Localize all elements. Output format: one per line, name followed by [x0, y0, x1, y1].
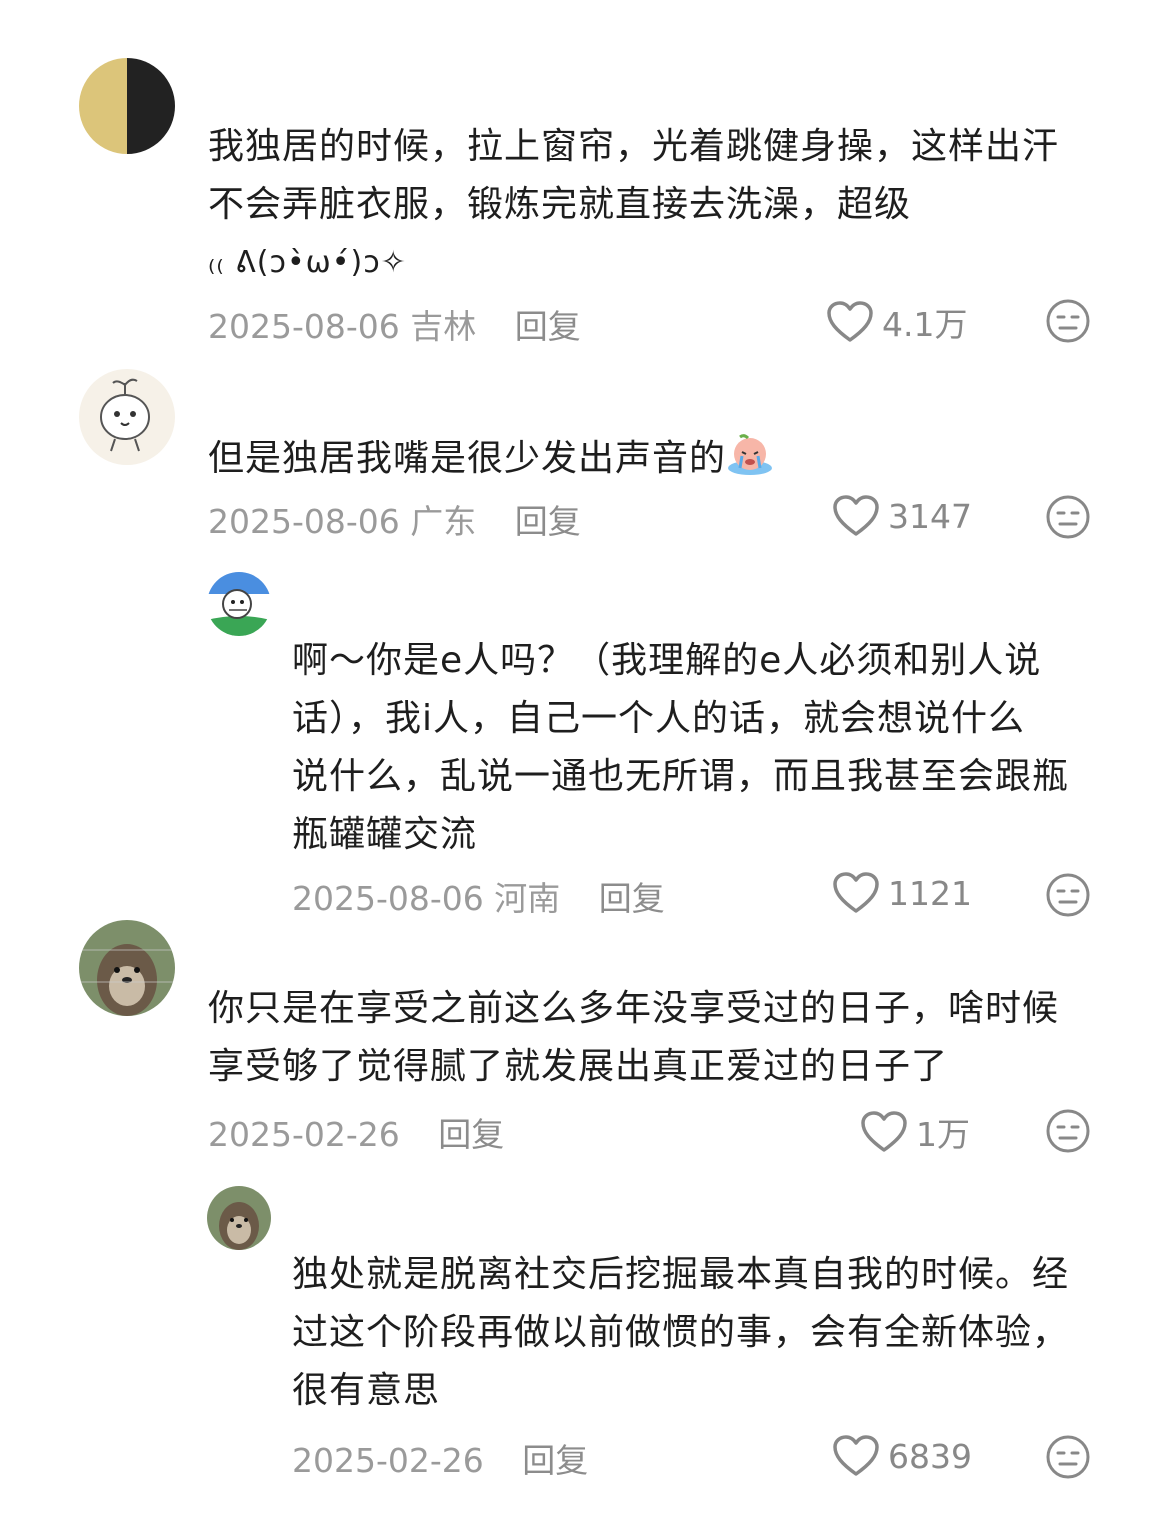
comment-date: 2025-02-26	[208, 1115, 400, 1154]
heart-outline-icon	[827, 301, 873, 342]
avatar[interactable]	[207, 1186, 271, 1250]
comment-text: 啊～你是e人吗？（我理解的e人必须和别人说 话），我i人，自己一个人的话，就会想…	[292, 632, 1069, 864]
dislike-button[interactable]	[1045, 494, 1091, 540]
avatar-half-gold-half-black-icon	[79, 58, 175, 154]
comment-line-with-emoji: 但是独居我嘴是很少发出声音的	[208, 430, 774, 488]
like-count: 1121	[888, 873, 972, 913]
comment-3-reply: 啊～你是e人吗？（我理解的e人必须和别人说 话），我i人，自己一个人的话，就会想…	[0, 560, 1170, 920]
like-button[interactable]: 4.1万	[826, 298, 967, 346]
comment-date: 2025-08-06	[292, 879, 484, 918]
reply-button[interactable]: 回复	[599, 879, 665, 918]
like-count: 4.1万	[882, 305, 968, 344]
dislike-button[interactable]	[1045, 872, 1091, 918]
comment-line: 但是独居我嘴是很少发出声音的	[208, 438, 727, 479]
comment-line: 我独居的时候，拉上窗帘，光着跳健身操，这样出汗	[208, 126, 1060, 167]
comment-line: 啊～你是e人吗？（我理解的e人必须和别人说	[292, 640, 1042, 681]
comment-meta: 2025-08-06 吉林 回复	[208, 300, 581, 348]
avatar-otter-icon	[79, 920, 175, 1016]
crying-peach-emoji-icon	[726, 432, 774, 476]
comment-meta: 2025-08-06 广东 回复	[208, 495, 581, 543]
meh-face-icon	[1046, 495, 1090, 539]
like-button[interactable]: 1万	[860, 1108, 970, 1156]
meh-face-icon	[1046, 1435, 1090, 1479]
avatar[interactable]	[79, 369, 175, 465]
avatar-otter-icon	[207, 1186, 271, 1250]
comment-date: 2025-08-06	[208, 307, 400, 346]
comment-location: 吉林	[410, 307, 477, 346]
heart-outline-icon	[833, 872, 879, 913]
comment-location: 广东	[410, 502, 477, 541]
comment-line: ₍₍ ᕕ(ↄ•̀ω•́)ↄ✧	[208, 245, 407, 280]
comment-line: 独处就是脱离社交后挖掘最本真自我的时候。经	[292, 1254, 1070, 1295]
meh-face-icon	[1046, 873, 1090, 917]
comment-line: 过这个阶段再做以前做惯的事，会有全新体验，	[292, 1312, 1070, 1353]
comment-line: 话），我i人，自己一个人的话，就会想说什么	[292, 698, 1026, 739]
meh-face-icon	[1046, 1109, 1090, 1153]
comment-text: 我独居的时候，拉上窗帘，光着跳健身操，这样出汗 不会弄脏衣服，锻炼完就直接去洗澡…	[208, 118, 1059, 292]
dislike-button[interactable]	[1045, 1108, 1091, 1154]
like-button[interactable]: 1121	[832, 871, 972, 915]
like-count: 6839	[888, 1436, 972, 1476]
avatar-hedgehog-icon	[207, 572, 271, 636]
avatar[interactable]	[79, 58, 175, 154]
avatar-cartoon-sprout-icon	[79, 369, 175, 465]
comment-1: 我独居的时候，拉上窗帘，光着跳健身操，这样出汗 不会弄脏衣服，锻炼完就直接去洗澡…	[0, 0, 1170, 360]
comment-line: 你只是在享受之前这么多年没享受过的日子，啥时候	[208, 988, 1060, 1029]
comment-text: 你只是在享受之前这么多年没享受过的日子，啥时候 享受够了觉得腻了就发展出真正爱过…	[208, 980, 1059, 1096]
like-count: 3147	[888, 496, 972, 536]
comment-date: 2025-02-26	[292, 1441, 484, 1480]
comment-line: 很有意思	[292, 1370, 441, 1411]
heart-outline-icon	[833, 495, 879, 536]
comment-5-reply: 独处就是脱离社交后挖掘最本真自我的时候。经 过这个阶段再做以前做惯的事，会有全新…	[0, 1180, 1170, 1532]
avatar[interactable]	[207, 572, 271, 636]
comment-line: 不会弄脏衣服，锻炼完就直接去洗澡，超级	[208, 184, 912, 225]
reply-button[interactable]: 回复	[515, 502, 581, 541]
reply-button[interactable]: 回复	[438, 1115, 504, 1154]
like-count: 1万	[916, 1115, 970, 1154]
avatar[interactable]	[79, 920, 175, 1016]
heart-outline-icon	[861, 1111, 907, 1152]
comment-text: 但是独居我嘴是很少发出声音的	[208, 430, 774, 488]
heart-outline-icon	[833, 1435, 879, 1476]
dislike-button[interactable]	[1045, 298, 1091, 344]
comment-line: 瓶罐罐交流	[292, 814, 478, 855]
comment-line: 享受够了觉得腻了就发展出真正爱过的日子了	[208, 1046, 949, 1087]
reply-button[interactable]: 回复	[522, 1441, 588, 1480]
meh-face-icon	[1046, 299, 1090, 343]
comment-line: 说什么，乱说一通也无所谓，而且我甚至会跟瓶	[292, 756, 1070, 797]
comment-date: 2025-08-06	[208, 502, 400, 541]
reply-button[interactable]: 回复	[515, 307, 581, 346]
comment-meta: 2025-08-06 河南 回复	[292, 872, 665, 920]
comment-location: 河南	[494, 879, 561, 918]
dislike-button[interactable]	[1045, 1434, 1091, 1480]
comment-2: 但是独居我嘴是很少发出声音的 2025-08-06 广东 回复 3147	[0, 360, 1170, 560]
like-button[interactable]: 3147	[832, 494, 972, 538]
comment-meta: 2025-02-26 回复	[292, 1434, 588, 1482]
comment-text: 独处就是脱离社交后挖掘最本真自我的时候。经 过这个阶段再做以前做惯的事，会有全新…	[292, 1246, 1069, 1420]
like-button[interactable]: 6839	[832, 1434, 972, 1478]
comment-meta: 2025-02-26 回复	[208, 1108, 504, 1156]
comment-4: 你只是在享受之前这么多年没享受过的日子，啥时候 享受够了觉得腻了就发展出真正爱过…	[0, 920, 1170, 1180]
